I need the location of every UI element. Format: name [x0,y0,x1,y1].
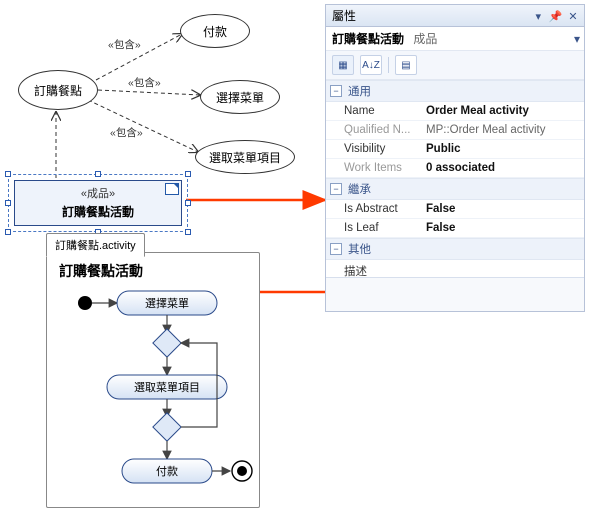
prop-row-name[interactable]: Name Order Meal activity [326,102,584,121]
properties-object-header[interactable]: 訂購餐點活動 成品 ▾ [326,27,584,51]
prop-key: Name [326,102,422,120]
prop-section-inheritance[interactable]: − 繼承 [326,178,584,200]
activity-final-node-inner [237,466,247,476]
prop-section-label: 通用 [348,83,371,99]
prop-row-is-leaf[interactable]: Is Leaf False [326,219,584,238]
prop-key: Is Leaf [326,219,422,237]
artifact-icon [165,183,179,195]
prop-section-general[interactable]: − 通用 [326,80,584,102]
collapse-icon[interactable]: − [330,243,342,255]
prop-value[interactable]: Order Meal activity [422,102,584,120]
prop-value[interactable]: Public [422,140,584,158]
chevron-down-icon[interactable]: ▾ [574,32,580,46]
sort-alpha-button[interactable]: A↓Z [360,55,382,75]
activity-tab[interactable]: 訂購餐點.activity [46,233,145,257]
artifact-title: 訂購餐點活動 [15,203,181,220]
prop-row-description[interactable]: 描述 [326,260,584,277]
activity-title: 訂購餐點活動 [59,261,143,281]
usecase-pay[interactable]: 付款 [180,14,250,48]
properties-grid: − 通用 Name Order Meal activity Qualified … [326,80,584,277]
prop-value[interactable]: False [422,200,584,218]
properties-object-kind: 成品 [413,32,437,46]
activity-decision-1[interactable] [153,329,181,357]
prop-value: MP::Order Meal activity [422,121,584,139]
prop-row-qualified-name[interactable]: Qualified N... MP::Order Meal activity [326,121,584,140]
prop-key: Work Items [326,159,422,177]
close-icon[interactable]: ✕ [566,10,580,23]
activity-decision-2[interactable] [153,413,181,441]
usecase-select-menu-item[interactable]: 選取菜單項目 [195,140,295,174]
artifact-stereotype: «成品» [15,185,181,201]
activity-node-label: 選取菜單項目 [134,381,200,394]
categorize-button[interactable]: ▦ [332,55,354,75]
prop-key: Visibility [326,140,422,158]
prop-value[interactable] [422,260,584,277]
prop-section-label: 其他 [348,241,371,257]
usecase-choose-menu[interactable]: 選擇菜單 [200,80,280,114]
prop-section-misc[interactable]: − 其他 [326,238,584,260]
artifact-order-meal-activity[interactable]: «成品» 訂購餐點活動 [14,180,182,226]
properties-titlebar[interactable]: 屬性 ▾ 📌 ✕ [326,5,584,27]
prop-row-work-items[interactable]: Work Items 0 associated [326,159,584,178]
activity-node-label: 付款 [156,464,178,478]
usecase-order-meal[interactable]: 訂購餐點 [18,70,98,110]
prop-key: Qualified N... [326,121,422,139]
properties-title: 屬性 [332,7,356,24]
activity-node-label: 選擇菜單 [145,296,189,310]
prop-key: 描述 [326,260,422,277]
properties-object-name: 訂購餐點活動 [332,32,404,46]
collapse-icon[interactable]: − [330,85,342,97]
pin-icon[interactable]: 📌 [549,10,563,23]
dropdown-icon[interactable]: ▾ [531,10,545,23]
properties-description-area [326,277,584,311]
properties-toolbar: ▦ A↓Z ▤ [326,51,584,80]
prop-section-label: 繼承 [348,181,371,197]
activity-initial-node[interactable] [78,296,92,310]
prop-value[interactable]: 0 associated [422,159,584,177]
activity-diagram-frame: 訂購餐點.activity 訂購餐點活動 選擇菜單 選取菜單項目 付款 [46,252,260,508]
prop-key: Is Abstract [326,200,422,218]
properties-pane: 屬性 ▾ 📌 ✕ 訂購餐點活動 成品 ▾ ▦ A↓Z ▤ − 通用 Name O… [325,4,585,312]
property-pages-button[interactable]: ▤ [395,55,417,75]
prop-row-is-abstract[interactable]: Is Abstract False [326,200,584,219]
prop-row-visibility[interactable]: Visibility Public [326,140,584,159]
collapse-icon[interactable]: − [330,183,342,195]
prop-value[interactable]: False [422,219,584,237]
